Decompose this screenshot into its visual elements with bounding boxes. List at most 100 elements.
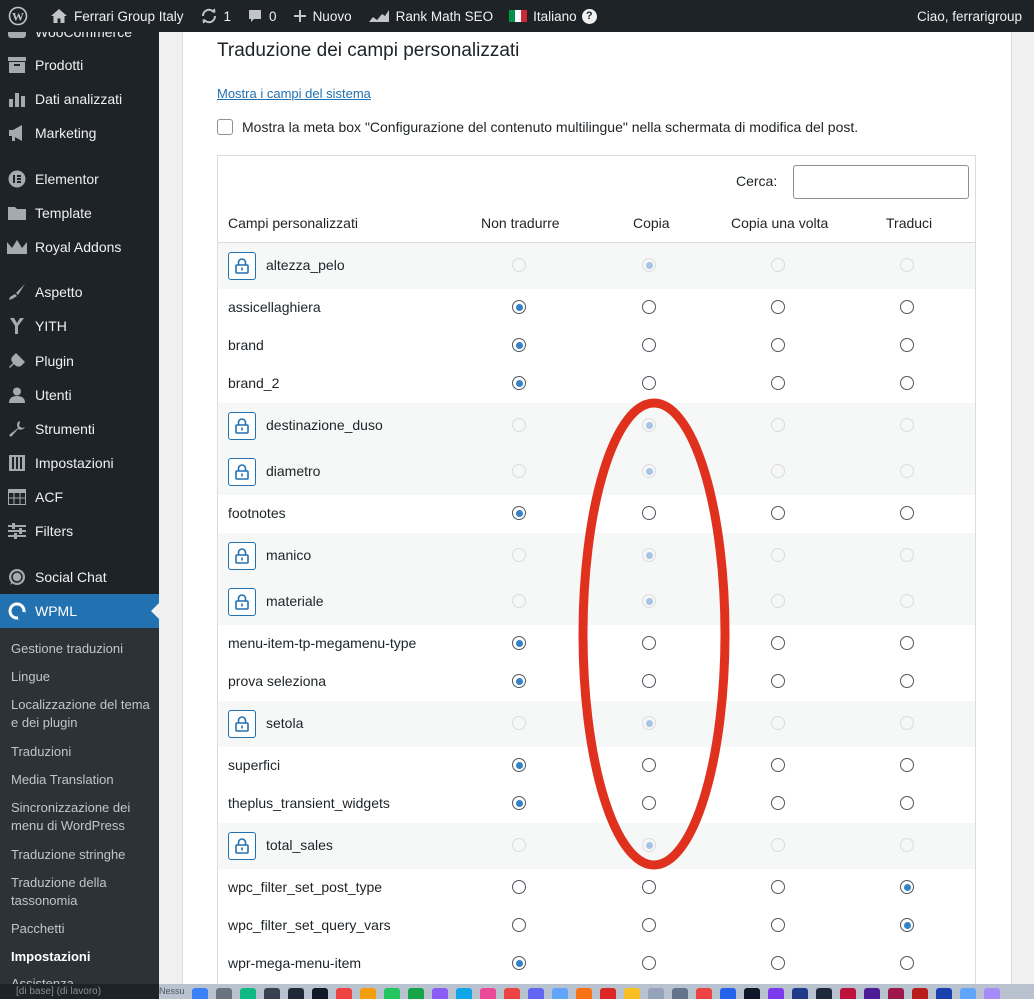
language-switcher[interactable]: Italiano ? — [501, 0, 605, 32]
menu-plugin[interactable]: Plugin — [0, 346, 159, 376]
dock-app-icon[interactable] — [696, 988, 712, 999]
lock-icon[interactable] — [228, 412, 256, 440]
radio-traduci[interactable] — [900, 796, 914, 810]
submenu-traduzione-tassonomia[interactable]: Traduzione della tassonomia — [11, 874, 151, 910]
dock-app-icon[interactable] — [768, 988, 784, 999]
submenu-traduzioni[interactable]: Traduzioni — [11, 743, 151, 761]
dock-app-icon[interactable] — [456, 988, 472, 999]
menu-filters[interactable]: Filters — [0, 516, 159, 546]
show-system-fields-link[interactable]: Mostra i campi del sistema — [217, 86, 371, 101]
search-input[interactable] — [793, 165, 969, 199]
menu-elementor[interactable]: Elementor — [0, 164, 159, 194]
submenu-sincronizzazione-menu[interactable]: Sincronizzazione dei menu di WordPress — [11, 799, 151, 835]
dock-app-icon[interactable] — [984, 988, 1000, 999]
radio-non-tradurre[interactable] — [512, 338, 526, 352]
dock-app-icon[interactable] — [336, 988, 352, 999]
radio-traduci[interactable] — [900, 758, 914, 772]
radio-copia-una-volta[interactable] — [771, 758, 785, 772]
dock-app-icon[interactable] — [192, 988, 208, 999]
radio-non-tradurre[interactable] — [512, 880, 526, 894]
lock-icon[interactable] — [228, 588, 256, 616]
radio-copia[interactable] — [642, 376, 656, 390]
dock-app-icon[interactable] — [624, 988, 640, 999]
dock-app-icon[interactable] — [216, 988, 232, 999]
radio-traduci[interactable] — [900, 880, 914, 894]
menu-impostazioni[interactable]: Impostazioni — [0, 448, 159, 478]
wordpress-logo-icon[interactable]: W — [0, 0, 42, 32]
dock-app-icon[interactable] — [840, 988, 856, 999]
radio-copia-una-volta[interactable] — [771, 300, 785, 314]
radio-non-tradurre[interactable] — [512, 918, 526, 932]
menu-marketing[interactable]: Marketing — [0, 118, 159, 148]
menu-prodotti[interactable]: Prodotti — [0, 50, 159, 80]
submenu-impostazioni[interactable]: Impostazioni — [11, 948, 151, 966]
submenu-gestione-traduzioni[interactable]: Gestione traduzioni — [11, 640, 151, 658]
radio-copia[interactable] — [642, 880, 656, 894]
rank-math-link[interactable]: Rank Math SEO — [360, 0, 502, 32]
submenu-pacchetti[interactable]: Pacchetti — [11, 920, 151, 938]
dock-app-icon[interactable] — [576, 988, 592, 999]
radio-copia-una-volta[interactable] — [771, 674, 785, 688]
menu-template[interactable]: Template — [0, 198, 159, 228]
menu-acf[interactable]: ACF — [0, 482, 159, 512]
dock-app-icon[interactable] — [312, 988, 328, 999]
dock-app-icon[interactable] — [960, 988, 976, 999]
radio-traduci[interactable] — [900, 636, 914, 650]
submenu-localizzazione[interactable]: Localizzazione del tema e dei plugin — [11, 696, 151, 732]
dock-app-icon[interactable] — [672, 988, 688, 999]
radio-copia-una-volta[interactable] — [771, 338, 785, 352]
metabox-option[interactable]: Mostra la meta box "Configurazione del c… — [217, 119, 858, 135]
submenu-media-translation[interactable]: Media Translation — [11, 771, 151, 789]
dock-app-icon[interactable] — [360, 988, 376, 999]
dock-app-icon[interactable] — [552, 988, 568, 999]
radio-non-tradurre[interactable] — [512, 796, 526, 810]
radio-copia-una-volta[interactable] — [771, 636, 785, 650]
menu-woocommerce[interactable]: WooCommerce — [0, 32, 159, 47]
radio-non-tradurre[interactable] — [512, 376, 526, 390]
submenu-lingue[interactable]: Lingue — [11, 668, 151, 686]
lock-icon[interactable] — [228, 832, 256, 860]
menu-strumenti[interactable]: Strumenti — [0, 414, 159, 444]
radio-traduci[interactable] — [900, 956, 914, 970]
menu-yith[interactable]: YITH — [0, 311, 159, 341]
radio-copia-una-volta[interactable] — [771, 376, 785, 390]
dock-app-icon[interactable] — [384, 988, 400, 999]
radio-non-tradurre[interactable] — [512, 300, 526, 314]
lock-icon[interactable] — [228, 252, 256, 280]
menu-dati-analizzati[interactable]: Dati analizzati — [0, 84, 159, 114]
radio-copia[interactable] — [642, 338, 656, 352]
radio-traduci[interactable] — [900, 376, 914, 390]
dock-app-icon[interactable] — [240, 988, 256, 999]
radio-non-tradurre[interactable] — [512, 506, 526, 520]
updates-link[interactable]: 1 — [192, 0, 240, 32]
dock-app-icon[interactable] — [408, 988, 424, 999]
radio-copia[interactable] — [642, 506, 656, 520]
radio-copia[interactable] — [642, 300, 656, 314]
site-name-link[interactable]: Ferrari Group Italy — [42, 0, 192, 32]
radio-traduci[interactable] — [900, 506, 914, 520]
help-icon[interactable]: ? — [581, 8, 597, 24]
menu-wpml[interactable]: WPML — [0, 594, 159, 628]
radio-non-tradurre[interactable] — [512, 758, 526, 772]
dock-app-icon[interactable] — [432, 988, 448, 999]
dock-app-icon[interactable] — [744, 988, 760, 999]
submenu-traduzione-stringhe[interactable]: Traduzione stringhe — [11, 846, 151, 864]
radio-copia[interactable] — [642, 796, 656, 810]
radio-traduci[interactable] — [900, 338, 914, 352]
radio-copia-una-volta[interactable] — [771, 880, 785, 894]
radio-non-tradurre[interactable] — [512, 956, 526, 970]
radio-traduci[interactable] — [900, 918, 914, 932]
dock-app-icon[interactable] — [648, 988, 664, 999]
radio-copia[interactable] — [642, 674, 656, 688]
radio-traduci[interactable] — [900, 674, 914, 688]
radio-copia-una-volta[interactable] — [771, 796, 785, 810]
submenu-assistenza[interactable]: Assistenza — [11, 975, 151, 984]
radio-copia[interactable] — [642, 956, 656, 970]
dock-app-icon[interactable] — [864, 988, 880, 999]
new-content-link[interactable]: Nuovo — [285, 0, 360, 32]
radio-copia-una-volta[interactable] — [771, 918, 785, 932]
dock-app-icon[interactable] — [264, 988, 280, 999]
menu-social-chat[interactable]: Social Chat — [0, 562, 159, 592]
menu-utenti[interactable]: Utenti — [0, 380, 159, 410]
menu-aspetto[interactable]: Aspetto — [0, 277, 159, 307]
